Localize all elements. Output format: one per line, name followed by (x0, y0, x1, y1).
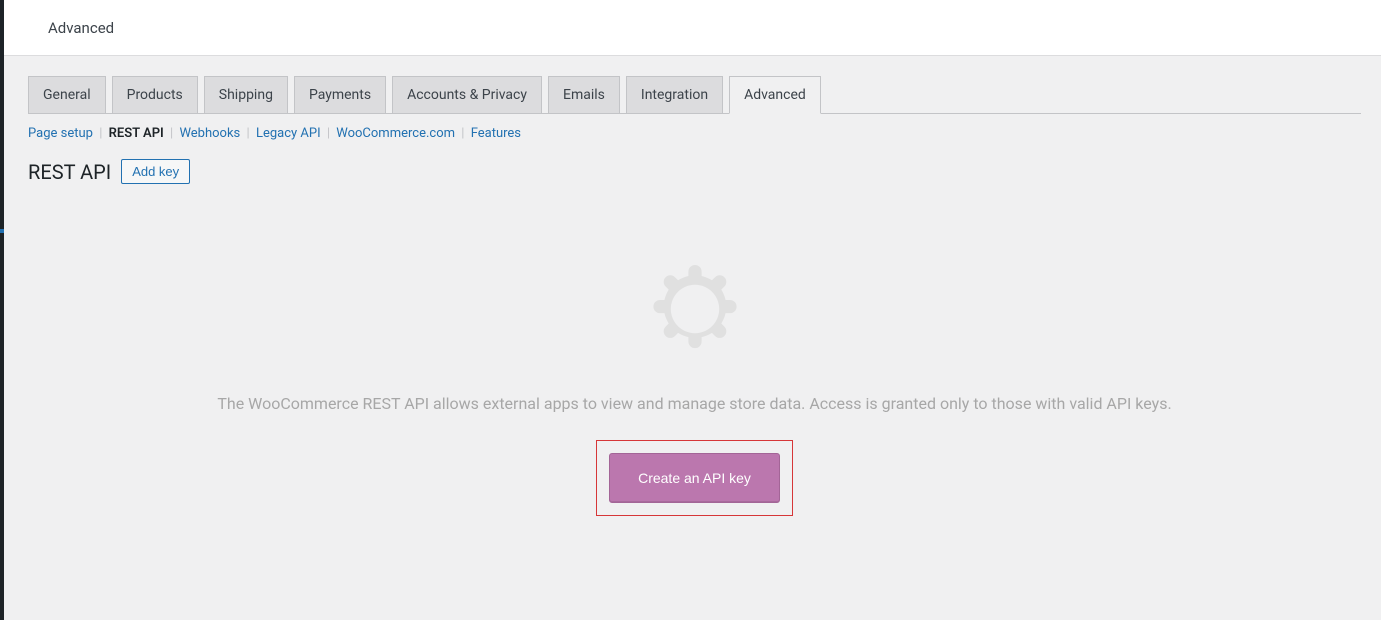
subnav-legacy-api[interactable]: Legacy API (256, 126, 321, 141)
tab-shipping[interactable]: Shipping (204, 76, 288, 114)
gear-icon (640, 254, 750, 364)
admin-sidebar-stub (0, 0, 4, 620)
sidebar-active-indicator (0, 229, 4, 233)
tab-general[interactable]: General (28, 76, 106, 114)
subnav-separator: | (247, 126, 250, 141)
subnav-rest-api[interactable]: REST API (109, 126, 164, 141)
advanced-subnav: Page setup | REST API | Webhooks | Legac… (28, 126, 1361, 141)
topbar-title: Advanced (48, 19, 114, 37)
subnav-separator: | (170, 126, 173, 141)
section-title: REST API (28, 160, 111, 184)
create-api-key-button[interactable]: Create an API key (609, 453, 780, 503)
page-topbar: Advanced (4, 0, 1381, 56)
settings-tabs: General Products Shipping Payments Accou… (28, 76, 1361, 114)
empty-state-description: The WooCommerce REST API allows external… (28, 392, 1361, 416)
subnav-separator: | (461, 126, 464, 141)
subnav-features[interactable]: Features (471, 126, 521, 141)
subnav-woocommerce-com[interactable]: WooCommerce.com (336, 126, 455, 141)
tab-products[interactable]: Products (112, 76, 198, 114)
tab-advanced[interactable]: Advanced (729, 76, 821, 114)
tab-payments[interactable]: Payments (294, 76, 386, 114)
tab-integration[interactable]: Integration (626, 76, 723, 114)
subnav-separator: | (327, 126, 330, 141)
section-header: REST API Add key (28, 159, 1361, 184)
empty-state: The WooCommerce REST API allows external… (28, 204, 1361, 516)
subnav-page-setup[interactable]: Page setup (28, 126, 93, 141)
add-key-button[interactable]: Add key (121, 159, 190, 184)
tab-accounts-privacy[interactable]: Accounts & Privacy (392, 76, 542, 114)
cta-highlight-wrap: Create an API key (596, 440, 793, 516)
subnav-webhooks[interactable]: Webhooks (179, 126, 240, 141)
subnav-separator: | (99, 126, 102, 141)
tab-emails[interactable]: Emails (548, 76, 620, 114)
content-area: General Products Shipping Payments Accou… (4, 56, 1381, 516)
